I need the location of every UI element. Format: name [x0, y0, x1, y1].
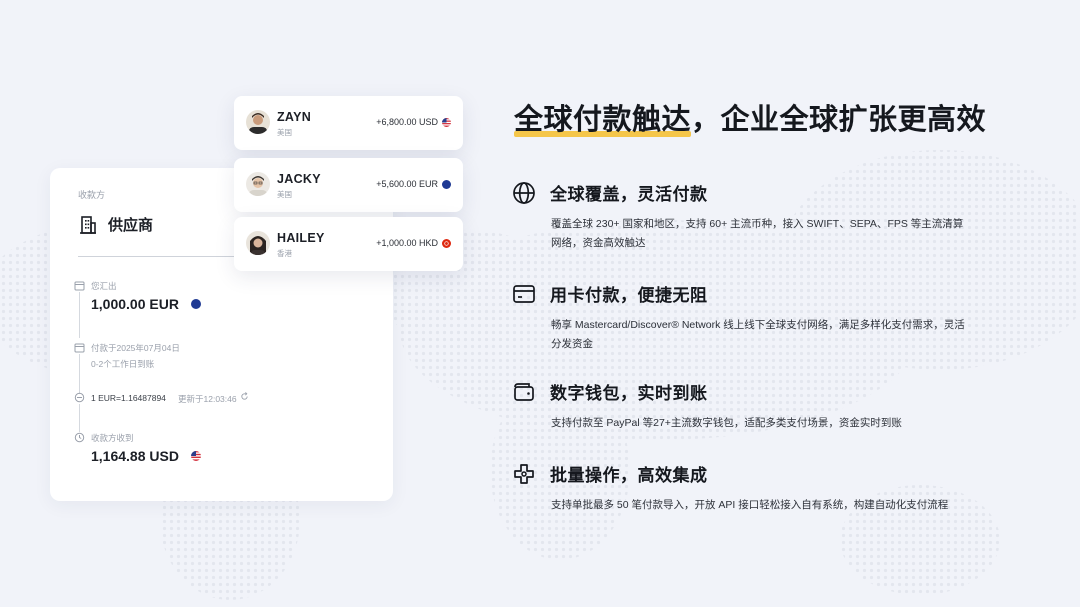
avatar [246, 231, 270, 255]
feature-batch-integration: 批量操作，高效集成 支持单批最多 50 笔付款导入，开放 API 接口轻松接入自… [512, 461, 982, 515]
timeline-line [79, 292, 80, 338]
recipient-card-zayn[interactable]: ZAYN 美国 +6,800.00 USD [234, 96, 463, 150]
rate-updated-time: 更新于12:03:46 [178, 394, 237, 404]
feature-title: 数字钱包，实时到账 [550, 384, 708, 403]
globe-icon [513, 181, 535, 204]
receiver-type-text: 供应商 [108, 217, 154, 234]
receiver-label: 收款方 [78, 190, 106, 200]
receiver-type: 供应商 [78, 214, 153, 235]
feature-description: 畅享 Mastercard/Discover® Network 线上线下全球支付… [551, 319, 965, 350]
feature-global-coverage: 全球覆盖，灵活付款 覆盖全球 230+ 国家和地区，支持 60+ 主流币种，接入… [512, 180, 982, 253]
feature-card-payment: 用卡付款，便捷无阻 畅享 Mastercard/Discover® Networ… [512, 281, 982, 354]
calendar-check-icon [74, 343, 85, 353]
feature-description: 支持单批最多 50 笔付款导入，开放 API 接口轻松接入自有系统，构建自动化支… [551, 499, 949, 511]
wallet-icon [514, 382, 534, 401]
eu-flag-icon [190, 299, 201, 309]
us-flag-icon [442, 117, 451, 127]
us-flag-icon [190, 451, 201, 461]
feature-title: 用卡付款，便捷无阻 [550, 286, 708, 305]
recipient-amount: +1,000.00 HKD [376, 238, 451, 248]
recipient-card-jacky[interactable]: JACKY 美国 +5,600.00 EUR [234, 158, 463, 212]
feature-title: 全球覆盖，灵活付款 [550, 185, 708, 204]
page-title: 全球付款触达，企业全球扩张更高效 [514, 96, 986, 138]
recipient-amount: +5,600.00 EUR [376, 179, 451, 189]
feature-description: 覆盖全球 230+ 国家和地区，支持 60+ 主流币种，接入 SWIFT、SEP… [551, 218, 964, 249]
avatar [246, 110, 270, 134]
paid-date: 付款于2025年07月04日 [91, 343, 180, 353]
recipient-amount-text: +5,600.00 EUR [376, 179, 438, 189]
feature-title: 批量操作，高效集成 [550, 466, 708, 485]
recipient-amount-text: +1,000.00 HKD [376, 238, 438, 248]
recipient-location: 香港 [277, 249, 292, 258]
calendar-icon [74, 281, 85, 291]
recipient-card-hailey[interactable]: HAILEY 香港 +1,000.00 HKD [234, 217, 463, 271]
timeline-line [79, 404, 80, 432]
feature-digital-wallet: 数字钱包，实时到账 支持付款至 PayPal 等27+主流数字钱包，适配多类支付… [512, 379, 982, 433]
receive-amount: 1,164.88 USD [91, 448, 201, 464]
eu-flag-icon [442, 179, 451, 189]
hk-flag-icon [442, 238, 451, 248]
feature-description: 支持付款至 PayPal 等27+主流数字钱包，适配多类支付场景，资金实时到账 [551, 417, 902, 429]
receive-label: 收款方收到 [91, 433, 134, 443]
headline-rest: ，企业全球扩张更高效 [691, 104, 987, 136]
card-icon [513, 284, 535, 303]
timeline-line [79, 354, 80, 394]
avatar [246, 172, 270, 196]
exchange-icon [74, 392, 85, 403]
headline-highlight: 全球付款触达 [514, 96, 692, 138]
exchange-rate: 1 EUR=1.16487894 [91, 393, 166, 403]
recipient-name: JACKY [277, 172, 321, 186]
recipient-location: 美国 [277, 190, 292, 199]
send-amount-text: 1,000.00 EUR [91, 296, 179, 312]
recipient-name: ZAYN [277, 110, 312, 124]
refresh-icon[interactable] [240, 392, 249, 401]
eta-text: 0-2个工作日到账 [91, 359, 155, 369]
recipient-location: 美国 [277, 128, 292, 137]
building-icon [80, 215, 96, 234]
receive-amount-text: 1,164.88 USD [91, 448, 179, 464]
recipient-amount-text: +6,800.00 USD [376, 117, 438, 127]
recipient-amount: +6,800.00 USD [376, 117, 451, 127]
send-label: 您汇出 [91, 281, 117, 291]
send-amount: 1,000.00 EUR [91, 296, 201, 312]
clock-icon [74, 432, 85, 443]
recipient-name: HAILEY [277, 231, 325, 245]
integration-icon [514, 463, 534, 484]
